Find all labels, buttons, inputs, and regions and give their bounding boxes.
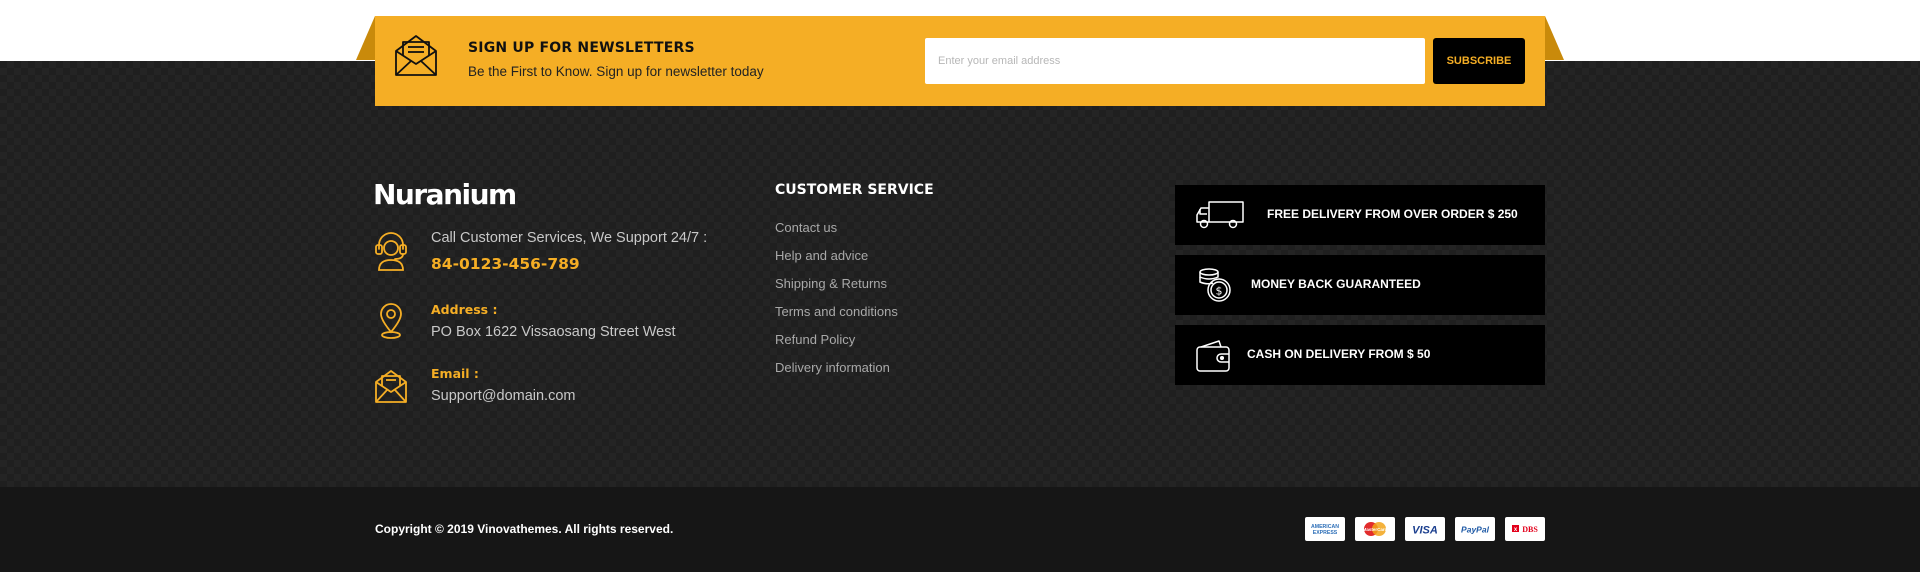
- email-icon: [375, 370, 407, 403]
- support-phone[interactable]: 84-0123-456-789: [431, 255, 580, 273]
- svg-text:PayPal: PayPal: [1461, 525, 1490, 535]
- dbs-icon: x DBS: [1505, 517, 1545, 541]
- feature-money-back: $ MONEY BACK GUARANTEED: [1175, 255, 1545, 315]
- coins-icon: $: [1199, 268, 1231, 302]
- mastercard-icon: MasterCard: [1355, 517, 1395, 541]
- footer-main: [0, 61, 1920, 487]
- footer-bottom-bar: [0, 487, 1920, 572]
- truck-icon: [1196, 201, 1244, 229]
- svg-text:VISA: VISA: [1412, 525, 1438, 537]
- newsletter-wing-left: [356, 16, 375, 60]
- wallet-icon: [1196, 340, 1230, 372]
- newsletter-bar: SIGN UP FOR NEWSLETTERS Be the First to …: [375, 16, 1545, 106]
- feature-text: MONEY BACK GUARANTEED: [1251, 277, 1421, 291]
- address-label: Address :: [431, 302, 498, 317]
- link-refund-policy[interactable]: Refund Policy: [775, 332, 855, 347]
- feature-text: CASH ON DELIVERY FROM $ 50: [1247, 347, 1431, 361]
- customer-service-title: CUSTOMER SERVICE: [775, 182, 934, 198]
- address-value: PO Box 1622 Vissaosang Street West: [431, 324, 676, 340]
- brand-logo[interactable]: Nuranium: [373, 178, 517, 211]
- newsletter-email-input[interactable]: [925, 38, 1425, 84]
- svg-text:MasterCard: MasterCard: [1363, 527, 1388, 532]
- link-help-and-advice[interactable]: Help and advice: [775, 248, 868, 263]
- map-pin-icon: [380, 303, 402, 339]
- american-express-icon: AMERICAN EXPRESS: [1305, 517, 1345, 541]
- link-contact-us[interactable]: Contact us: [775, 220, 837, 235]
- email-label: Email :: [431, 366, 479, 381]
- subscribe-button[interactable]: SUBSCRIBE: [1433, 38, 1525, 84]
- svg-text:DBS: DBS: [1522, 525, 1538, 534]
- feature-free-delivery: FREE DELIVERY FROM OVER ORDER $ 250: [1175, 185, 1545, 245]
- feature-text: FREE DELIVERY FROM OVER ORDER $ 250: [1267, 207, 1518, 221]
- link-delivery-information[interactable]: Delivery information: [775, 360, 890, 375]
- newsletter-subtitle: Be the First to Know. Sign up for newsle…: [468, 64, 764, 79]
- feature-cash-on-delivery: CASH ON DELIVERY FROM $ 50: [1175, 325, 1545, 385]
- link-shipping-returns[interactable]: Shipping & Returns: [775, 276, 887, 291]
- svg-text:EXPRESS: EXPRESS: [1313, 530, 1338, 536]
- visa-icon: VISA: [1405, 517, 1445, 541]
- copyright-text: Copyright © 2019 Vinovathemes. All right…: [375, 522, 674, 536]
- paypal-icon: PayPal: [1455, 517, 1495, 541]
- newsletter-title: SIGN UP FOR NEWSLETTERS: [468, 40, 695, 56]
- headset-icon: [375, 232, 407, 271]
- envelope-letter-icon: [395, 35, 437, 76]
- link-terms-and-conditions[interactable]: Terms and conditions: [775, 304, 898, 319]
- email-value[interactable]: Support@domain.com: [431, 388, 575, 404]
- newsletter-wing-right: [1545, 16, 1564, 60]
- svg-text:$: $: [1216, 285, 1223, 298]
- support-label: Call Customer Services, We Support 24/7 …: [431, 230, 708, 246]
